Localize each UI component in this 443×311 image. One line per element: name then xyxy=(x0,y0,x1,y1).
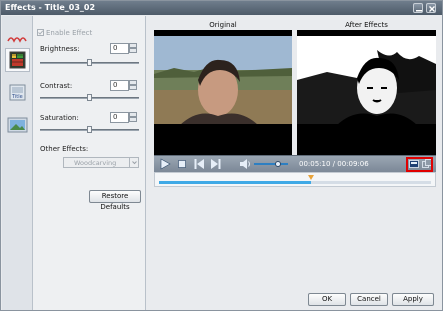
playback-controls: 00:05:10 / 00:09:06 xyxy=(154,155,436,172)
slider-knob[interactable] xyxy=(87,126,92,133)
title-tool-tab[interactable]: Title xyxy=(5,82,30,106)
preview-area: Original After Effects 00:05:10 / 00:09:… xyxy=(147,16,442,310)
brightness-stepper[interactable]: 0 xyxy=(110,43,138,54)
effects-window: Effects - Title_03_02 Title Enable Effec… xyxy=(0,0,443,311)
effect-settings-panel: Enable Effect Brightness: 0 Contrast: 0 … xyxy=(33,16,146,310)
close-button[interactable] xyxy=(426,3,436,13)
saturation-label: Saturation: xyxy=(40,114,79,122)
contrast-stepper[interactable]: 0 xyxy=(110,80,138,91)
decrement-button[interactable] xyxy=(129,85,137,90)
other-effects-dropdown[interactable]: Woodcarving xyxy=(63,157,139,168)
time-readout: 00:05:10 / 00:09:06 xyxy=(299,160,369,168)
after-effects-preview xyxy=(297,30,436,155)
stop-icon[interactable] xyxy=(178,160,186,168)
saturation-stepper[interactable]: 0 xyxy=(110,112,138,123)
other-effects-value: Woodcarving xyxy=(74,159,117,167)
picture-tool-icon xyxy=(7,117,28,133)
decrement-button[interactable] xyxy=(129,48,137,53)
chevron-down-icon xyxy=(129,158,138,167)
enable-effect-checkbox[interactable] xyxy=(37,29,45,37)
volume-slider[interactable] xyxy=(254,163,288,165)
saturation-value[interactable]: 0 xyxy=(110,112,129,123)
brightness-slider[interactable] xyxy=(40,59,139,67)
slider-knob[interactable] xyxy=(87,59,92,66)
effect-tool-icon xyxy=(9,51,26,69)
playback-progress[interactable] xyxy=(159,181,431,184)
original-caption: Original xyxy=(209,21,237,29)
minimize-button[interactable] xyxy=(413,3,423,13)
after-effects-frame xyxy=(297,30,436,155)
title-tool-icon: Title xyxy=(9,84,26,101)
contrast-value[interactable]: 0 xyxy=(110,80,129,91)
dialog-buttons: OK Cancel Apply xyxy=(147,290,442,310)
tool-rail: Title xyxy=(2,16,33,310)
effect-tool-tab[interactable] xyxy=(5,48,30,72)
other-effects-label: Other Effects: xyxy=(40,145,89,153)
enable-effect-label: Enable Effect xyxy=(46,29,93,37)
ok-button[interactable]: OK xyxy=(308,293,346,306)
brightness-value[interactable]: 0 xyxy=(110,43,129,54)
brightness-label: Brightness: xyxy=(40,45,80,53)
crop-tool-icon xyxy=(7,37,27,43)
window-title: Effects - Title_03_02 xyxy=(5,3,96,12)
after-effects-caption: After Effects xyxy=(345,21,388,29)
picture-tool-tab[interactable] xyxy=(5,114,30,138)
play-icon[interactable] xyxy=(160,158,171,170)
view-mode-highlight xyxy=(406,157,433,172)
cancel-button[interactable]: Cancel xyxy=(350,293,388,306)
svg-text:Title: Title xyxy=(11,94,23,100)
volume-icon[interactable] xyxy=(239,158,251,170)
prev-icon[interactable] xyxy=(194,158,205,170)
restore-defaults-button[interactable]: Restore Defaults xyxy=(89,190,141,211)
original-frame xyxy=(154,30,292,155)
minimize-icon xyxy=(416,10,422,12)
slider-knob[interactable] xyxy=(87,94,92,101)
contrast-label: Contrast: xyxy=(40,82,73,90)
playhead-marker[interactable] xyxy=(308,175,314,180)
close-icon xyxy=(429,6,435,12)
original-preview xyxy=(154,30,292,155)
decrement-button[interactable] xyxy=(129,117,137,122)
contrast-slider[interactable] xyxy=(40,94,139,102)
timeline-track[interactable] xyxy=(154,172,436,187)
title-bar: Effects - Title_03_02 xyxy=(1,1,442,15)
next-icon[interactable] xyxy=(210,158,221,170)
progress-fill xyxy=(159,181,312,184)
saturation-slider[interactable] xyxy=(40,126,139,134)
apply-button[interactable]: Apply xyxy=(392,293,434,306)
volume-knob[interactable] xyxy=(275,161,281,167)
